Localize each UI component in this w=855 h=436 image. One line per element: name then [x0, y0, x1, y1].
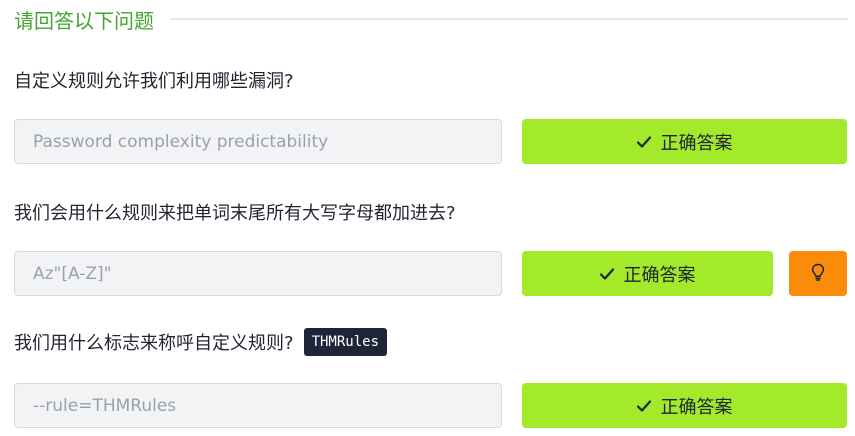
- question-2-label: 我们会用什么规则来把单词末尾所有大写字母都加进去?: [14, 203, 456, 224]
- correct-answer-label-1: 正确答案: [660, 132, 733, 154]
- correct-answer-button-1[interactable]: 正确答案: [522, 119, 847, 164]
- header-divider: [170, 18, 848, 20]
- question-2-text: 我们会用什么规则来把单词末尾所有大写字母都加进去?: [14, 196, 456, 228]
- check-icon: [636, 399, 651, 412]
- answer-input-1[interactable]: [14, 119, 502, 164]
- correct-answer-button-2[interactable]: 正确答案: [522, 251, 773, 296]
- check-icon: [599, 267, 614, 280]
- section-title: 请回答以下问题: [14, 8, 154, 33]
- correct-answer-label-3: 正确答案: [660, 396, 733, 418]
- answer-input-3[interactable]: [14, 383, 502, 428]
- check-icon: [636, 135, 651, 148]
- question-3-label: 我们用什么标志来称呼自定义规则?: [14, 333, 294, 354]
- question-3-text: 我们用什么标志来称呼自定义规则? THMRules: [14, 325, 387, 359]
- question-1-text: 自定义规则允许我们利用哪些漏洞?: [14, 64, 294, 96]
- question-1-label: 自定义规则允许我们利用哪些漏洞?: [14, 71, 294, 92]
- hint-button[interactable]: [789, 251, 847, 296]
- section-header: 请回答以下问题: [14, 4, 848, 34]
- answer-input-2[interactable]: [14, 251, 502, 296]
- lightbulb-icon: [811, 263, 825, 284]
- correct-answer-button-3[interactable]: 正确答案: [522, 383, 847, 428]
- correct-answer-label-2: 正确答案: [623, 264, 696, 286]
- code-tag: THMRules: [303, 328, 387, 356]
